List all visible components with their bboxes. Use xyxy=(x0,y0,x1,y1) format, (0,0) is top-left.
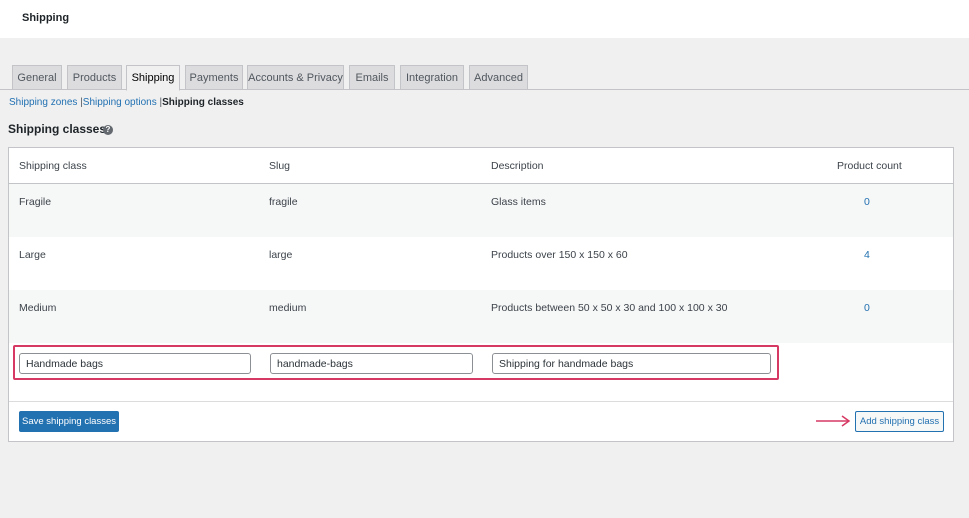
shipping-options-link[interactable]: Shipping options xyxy=(83,97,157,108)
shipping-class-slug: fragile xyxy=(269,196,298,208)
settings-tabs: General Products Shipping Payments Accou… xyxy=(0,65,969,91)
table-row[interactable]: Large large Products over 150 x 150 x 60… xyxy=(9,237,953,290)
tab-emails[interactable]: Emails xyxy=(349,65,395,90)
product-count-link[interactable]: 0 xyxy=(864,302,870,314)
tab-shipping[interactable]: Shipping xyxy=(126,65,180,91)
tab-general[interactable]: General xyxy=(12,65,62,90)
shipping-subnav: Shipping zones |Shipping options |Shippi… xyxy=(9,97,244,108)
shipping-class-slug: large xyxy=(269,249,293,261)
table-footer xyxy=(9,403,953,441)
column-header-description: Description xyxy=(491,160,544,172)
table-row[interactable]: Medium medium Products between 50 x 50 x… xyxy=(9,290,953,343)
table-row[interactable]: Fragile fragile Glass items 0 xyxy=(9,184,953,237)
tab-payments[interactable]: Payments xyxy=(185,65,243,90)
product-count-link[interactable]: 4 xyxy=(864,249,870,261)
shipping-class-name-input[interactable] xyxy=(19,353,251,374)
shipping-class-slug: medium xyxy=(269,302,307,314)
shipping-zones-link[interactable]: Shipping zones xyxy=(9,97,77,108)
tab-integration[interactable]: Integration xyxy=(400,65,464,90)
shipping-class-name: Medium xyxy=(19,302,57,314)
shipping-class-slug-input[interactable] xyxy=(270,353,473,374)
tab-products[interactable]: Products xyxy=(67,65,122,90)
shipping-class-description: Products over 150 x 150 x 60 xyxy=(491,249,628,261)
shipping-class-description-input[interactable] xyxy=(492,353,771,374)
question-mark-icon[interactable]: ? xyxy=(103,125,113,135)
shipping-class-name: Fragile xyxy=(19,196,52,208)
save-shipping-classes-button[interactable]: Save shipping classes xyxy=(19,411,119,432)
column-header-shipping-class: Shipping class xyxy=(19,160,87,172)
add-shipping-class-button[interactable]: Add shipping class xyxy=(855,411,944,432)
table-header: Shipping class Slug Description Product … xyxy=(9,148,953,184)
product-count-link[interactable]: 0 xyxy=(864,196,870,208)
tab-accounts-privacy[interactable]: Accounts & Privacy xyxy=(247,65,344,90)
arrow-right-icon xyxy=(816,415,851,427)
column-header-slug: Slug xyxy=(269,160,291,172)
section-title: Shipping classes xyxy=(8,122,107,136)
shipping-class-description: Products between 50 x 50 x 30 and 100 x … xyxy=(491,302,728,314)
shipping-class-description: Glass items xyxy=(491,196,546,208)
shipping-classes-table: Shipping class Slug Description Product … xyxy=(8,147,954,442)
shipping-classes-current: Shipping classes xyxy=(162,97,244,108)
tab-advanced[interactable]: Advanced xyxy=(469,65,528,90)
top-bar: Shipping xyxy=(0,0,969,38)
page-title: Shipping xyxy=(22,12,70,24)
shipping-class-name: Large xyxy=(19,249,46,261)
column-header-product-count: Product count xyxy=(837,160,902,172)
